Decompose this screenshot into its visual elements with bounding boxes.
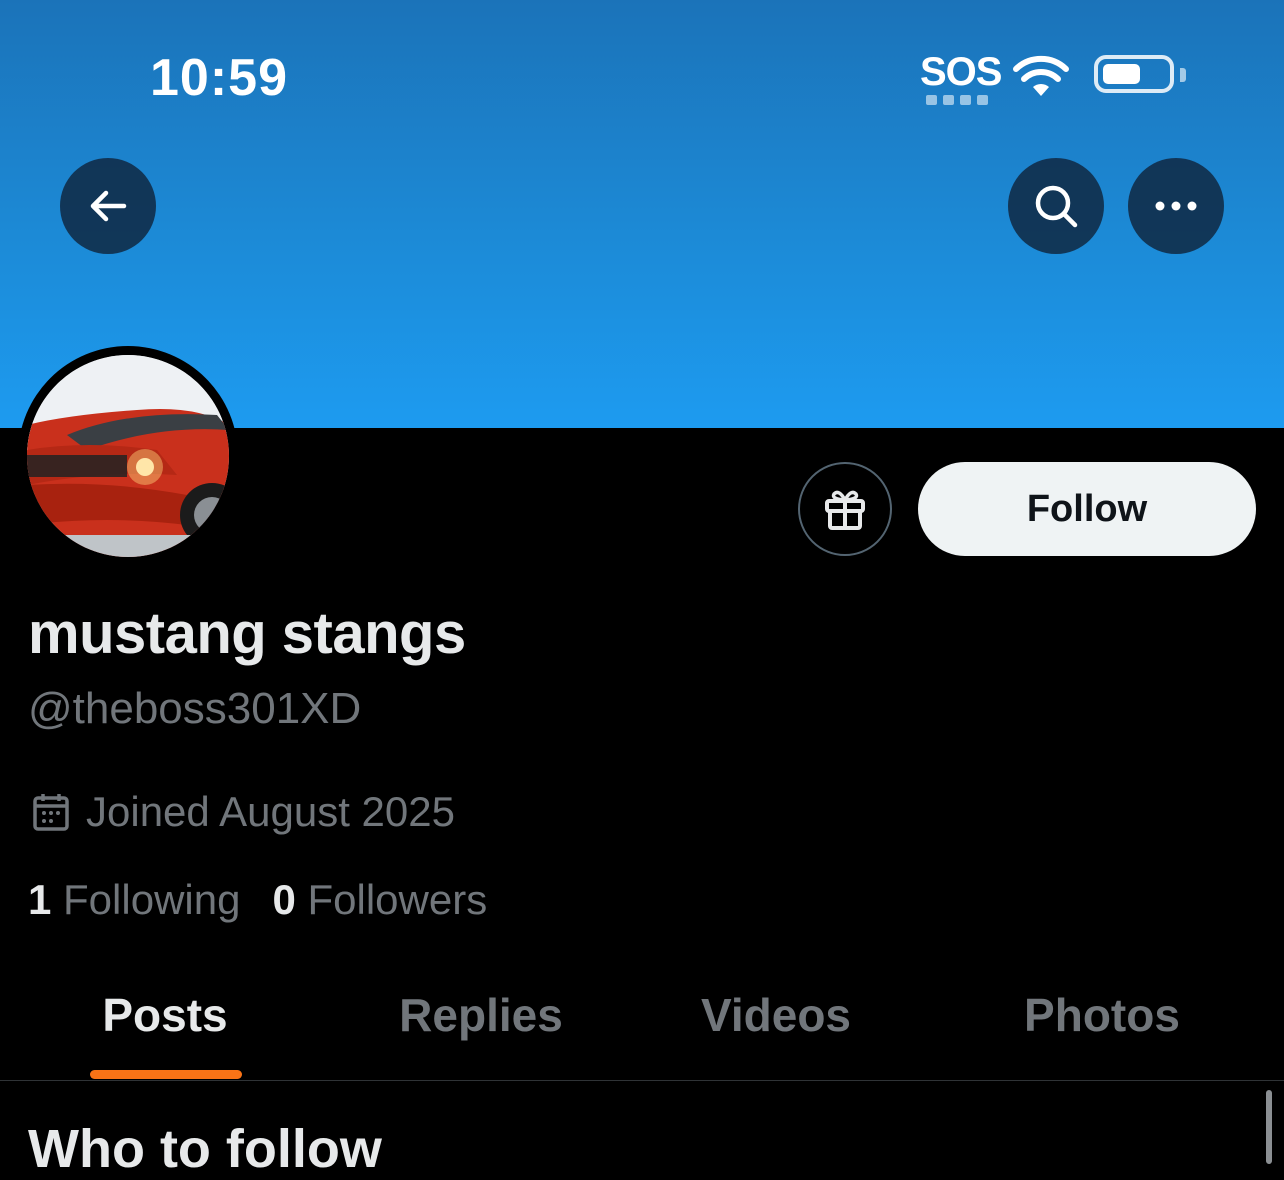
status-time: 10:59	[150, 49, 288, 107]
battery-icon	[1094, 55, 1174, 93]
gift-button[interactable]	[798, 462, 892, 556]
tabs-divider	[0, 1080, 1284, 1081]
more-button[interactable]	[1128, 158, 1224, 254]
followers-label: Followers	[307, 876, 488, 923]
following-count: 1	[28, 876, 52, 923]
followers-link[interactable]: 0 Followers	[272, 876, 487, 924]
gift-icon	[825, 490, 865, 530]
tab-photos[interactable]: Photos	[1024, 988, 1180, 1042]
more-horizontal-icon	[1155, 201, 1197, 211]
back-button[interactable]	[60, 158, 156, 254]
scrollbar[interactable]	[1266, 1090, 1272, 1164]
profile-tabs: Posts Replies Videos Photos	[0, 960, 1284, 1080]
profile-avatar[interactable]	[18, 346, 238, 566]
search-button[interactable]	[1008, 158, 1104, 254]
wifi-icon	[1013, 55, 1069, 96]
following-label: Following	[63, 876, 241, 923]
carrier-sos: SOS	[920, 50, 1002, 94]
who-to-follow-title: Who to follow	[28, 1119, 382, 1179]
follow-button[interactable]: Follow	[918, 462, 1256, 556]
follow-stats: 1 Following 0 Followers	[28, 876, 487, 924]
calendar-icon	[33, 794, 69, 831]
search-icon	[1035, 185, 1078, 228]
signal-bars-icon	[926, 95, 988, 105]
active-tab-indicator	[90, 1070, 242, 1079]
followers-count: 0	[272, 876, 296, 923]
tab-posts[interactable]: Posts	[102, 988, 227, 1042]
battery-cap	[1180, 68, 1186, 82]
tab-videos[interactable]: Videos	[701, 988, 851, 1042]
display-name: mustang stangs	[28, 601, 466, 666]
arrow-left-icon	[90, 190, 127, 222]
joined-date: Joined August 2025	[32, 788, 455, 836]
user-handle: @theboss301XD	[28, 684, 362, 733]
tab-replies[interactable]: Replies	[399, 988, 563, 1042]
joined-text: Joined August 2025	[86, 788, 455, 835]
following-link[interactable]: 1 Following	[28, 876, 240, 924]
avatar-car-image	[27, 355, 229, 557]
